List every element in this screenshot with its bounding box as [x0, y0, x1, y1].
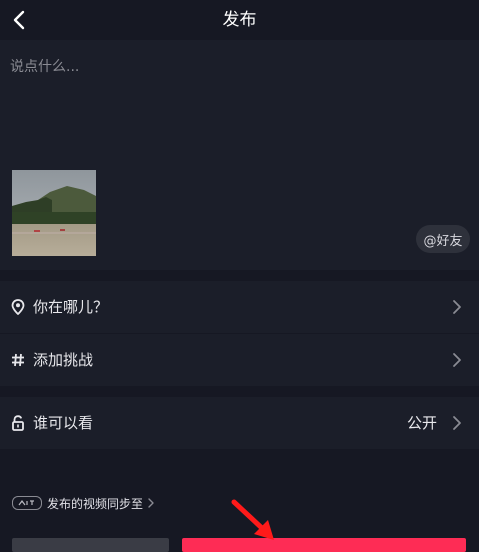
compose-area: 说点什么... @好友 [0, 40, 479, 270]
sync-to-platform[interactable]: 发布的视频同步至 [12, 493, 155, 513]
chevron-right-icon [453, 416, 461, 430]
sync-label: 发布的视频同步至 [47, 496, 144, 511]
location-pin-icon [10, 299, 26, 315]
annotation-arrow-icon [231, 499, 274, 540]
video-thumbnail[interactable] [12, 170, 96, 256]
mention-friend-button[interactable]: @好友 [416, 225, 470, 253]
challenge-row[interactable]: 添加挑战 [0, 334, 479, 386]
jinritoutiao-logo-icon [12, 496, 42, 510]
unlock-icon [10, 415, 26, 431]
visibility-label: 谁可以看 [33, 414, 94, 432]
top-bar: 发布 [0, 0, 479, 40]
hashtag-icon [10, 352, 26, 368]
chevron-right-icon [453, 353, 461, 367]
caption-input[interactable]: 说点什么... [10, 56, 79, 76]
location-row[interactable]: 你在哪儿？ [0, 281, 479, 333]
page-title: 发布 [222, 10, 257, 30]
visibility-row[interactable]: 谁可以看 公开 [0, 397, 479, 449]
chevron-right-icon [453, 300, 461, 314]
save-draft-button[interactable] [12, 538, 169, 552]
chevron-right-icon [148, 498, 154, 508]
publish-button[interactable] [182, 538, 466, 552]
location-label: 你在哪儿？ [33, 298, 109, 316]
visibility-value: 公开 [406, 414, 437, 432]
challenge-label: 添加挑战 [33, 351, 94, 369]
